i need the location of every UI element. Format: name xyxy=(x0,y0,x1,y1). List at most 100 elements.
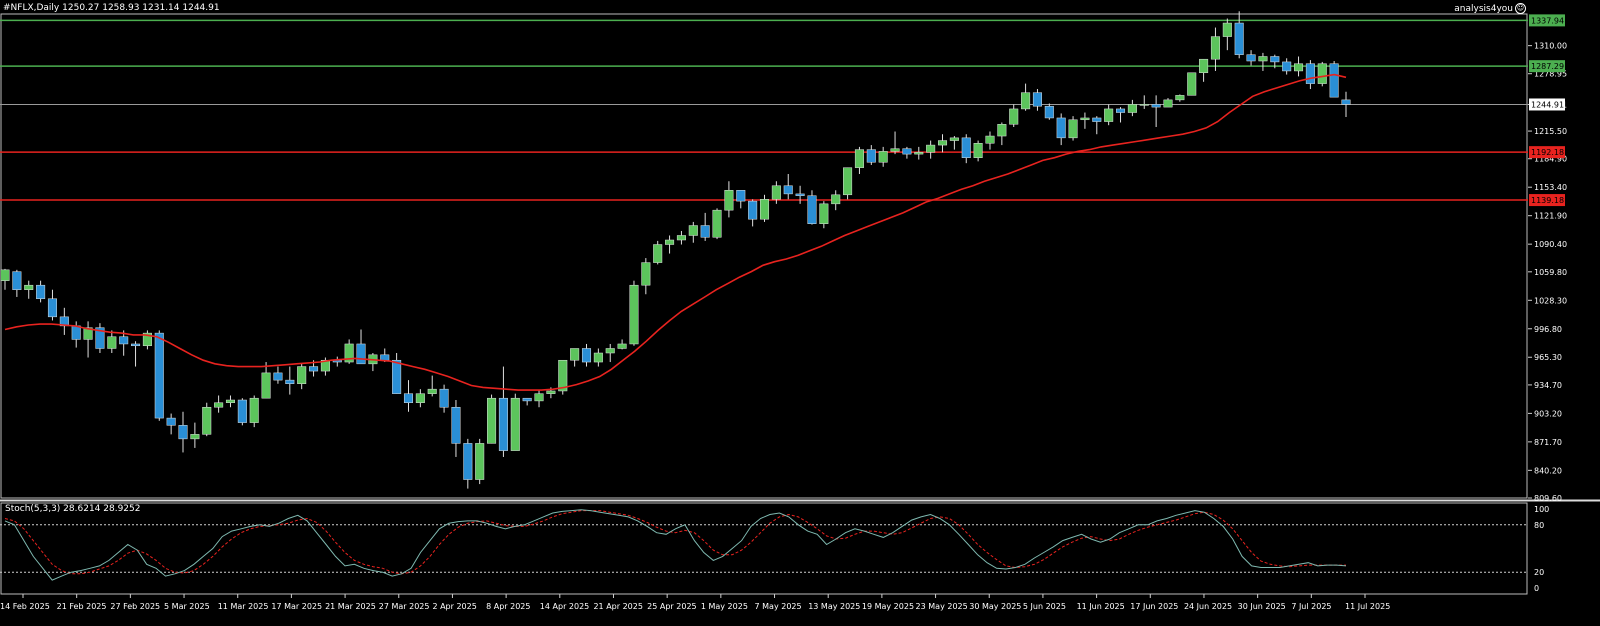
x-tick-label: 14 Feb 2025 xyxy=(0,602,50,611)
x-tick-label: 24 Jun 2025 xyxy=(1184,602,1232,611)
candle-bull xyxy=(831,194,841,205)
candle-bear xyxy=(498,397,508,451)
candle-bull xyxy=(487,397,497,444)
candle-bull xyxy=(475,443,485,480)
x-tick-label: 17 Mar 2025 xyxy=(271,602,322,611)
candle-bear xyxy=(1056,117,1066,139)
candle-bear xyxy=(1329,63,1339,98)
candle-bear xyxy=(12,271,22,290)
price-badge-label: 1192.18 xyxy=(1531,148,1564,157)
candle-bear xyxy=(356,343,366,365)
candle-bull xyxy=(190,434,200,440)
candle-bull xyxy=(214,402,224,408)
candle-bull xyxy=(759,199,770,220)
price-badge-label: 1139.18 xyxy=(1531,196,1564,205)
candle-bull xyxy=(1187,72,1197,96)
candle-bear xyxy=(403,393,414,403)
candle-bear xyxy=(522,397,532,402)
candle-bear xyxy=(273,372,283,381)
candle-bull xyxy=(1210,36,1220,60)
candle-bull xyxy=(1068,119,1078,139)
candle-bull xyxy=(297,366,307,384)
x-tick-label: 11 Jul 2025 xyxy=(1345,602,1390,611)
candle-bear xyxy=(237,399,247,423)
candle-bull xyxy=(890,148,900,152)
candle-bear xyxy=(1305,63,1315,84)
candle-bull xyxy=(688,225,698,236)
candle-bear xyxy=(1234,22,1244,55)
candle-bear xyxy=(1282,61,1292,72)
candle-bear xyxy=(783,185,793,195)
candle-bull xyxy=(997,124,1007,137)
y-tick-label: 965.30 xyxy=(1534,353,1562,362)
symbol-label: #NFLX,Daily xyxy=(3,3,60,13)
main-plot-frame xyxy=(0,13,1528,499)
brand: analysis4you ☺ xyxy=(1454,3,1526,14)
candle-bear xyxy=(866,149,876,163)
x-tick-label: 19 May 2025 xyxy=(862,602,914,611)
x-tick-label: 1 May 2025 xyxy=(701,602,748,611)
candle-bull xyxy=(914,152,924,155)
y-tick-label: 1028.30 xyxy=(1534,296,1567,305)
candle-bull xyxy=(985,135,995,144)
candle-bear xyxy=(463,443,473,480)
x-tick-label: 27 Mar 2025 xyxy=(379,602,430,611)
x-tick-label: 21 Feb 2025 xyxy=(57,602,107,611)
x-tick-label: 5 Mar 2025 xyxy=(164,602,210,611)
candle-bear xyxy=(71,325,81,340)
chart-canvas: 1310.001278.951244.911215.501184.901153.… xyxy=(0,11,1600,611)
y-tick-label: 996.80 xyxy=(1534,325,1562,334)
y-tick-label: 1215.50 xyxy=(1534,127,1567,136)
candle-bear xyxy=(380,354,390,361)
candle-bull xyxy=(1021,92,1031,110)
candle-bull xyxy=(1080,117,1090,121)
candle-bull xyxy=(249,397,259,423)
candle-bear xyxy=(285,379,295,384)
candle-bear xyxy=(392,359,402,394)
candle-bear xyxy=(1044,105,1054,119)
y-tick-label: 1121.90 xyxy=(1534,212,1567,221)
candle-bull xyxy=(878,151,888,163)
stoch-main-line xyxy=(4,509,1347,581)
candle-bull xyxy=(1104,108,1114,122)
candle-bull xyxy=(617,343,627,349)
x-tick-label: 30 Jun 2025 xyxy=(1238,602,1286,611)
candle-bear xyxy=(47,298,57,318)
candle-bull xyxy=(1199,58,1209,74)
candle-bear xyxy=(902,148,912,155)
y-tick-label: 840.20 xyxy=(1534,466,1562,475)
candle-bull xyxy=(1163,99,1173,108)
candle-bull xyxy=(1222,22,1232,37)
stoch-title: Stoch(5,3,3) 28.6214 28.9252 xyxy=(5,504,141,514)
candle-bear xyxy=(166,417,176,426)
candle-bull xyxy=(937,140,948,146)
candle-bull xyxy=(819,203,829,224)
candle-bull xyxy=(1294,63,1304,72)
candle-bear xyxy=(795,193,805,196)
candle-bear xyxy=(178,425,188,440)
x-tick-label: 23 May 2025 xyxy=(916,602,968,611)
candle-bull xyxy=(771,185,781,200)
brand-label: analysis4you xyxy=(1454,4,1513,14)
candle-bear xyxy=(309,366,319,372)
candle-bull xyxy=(1258,56,1268,62)
candle-bull xyxy=(534,393,544,402)
candle-bull xyxy=(843,167,853,196)
candle-bear xyxy=(1246,54,1256,62)
price-badge-label: 1287.29 xyxy=(1531,62,1564,71)
candle-bull xyxy=(427,388,437,394)
y-tick-label: 934.70 xyxy=(1534,381,1562,390)
x-tick-label: 13 May 2025 xyxy=(808,602,860,611)
candle-bull xyxy=(570,348,580,361)
stoch-y-tick-label: 80 xyxy=(1534,521,1544,530)
candle-bear xyxy=(1032,92,1042,107)
candle-bull xyxy=(1317,63,1327,84)
candle-bear xyxy=(748,200,758,220)
candle-bull xyxy=(854,149,864,168)
candle-bull xyxy=(0,269,10,281)
candle-bear xyxy=(961,137,971,158)
candle-bull xyxy=(202,406,212,435)
y-tick-label: 1153.40 xyxy=(1534,183,1567,192)
candle-bull xyxy=(724,190,734,211)
x-tick-label: 30 May 2025 xyxy=(969,602,1021,611)
